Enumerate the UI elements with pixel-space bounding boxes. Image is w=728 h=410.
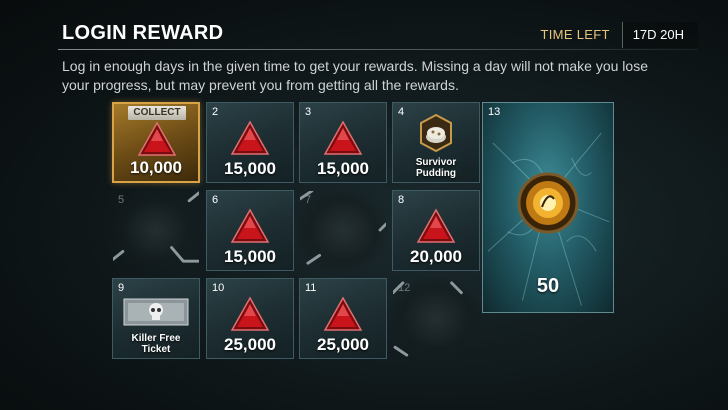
- header-divider: [58, 49, 698, 50]
- reward-amount: 25,000: [317, 335, 369, 354]
- reward-tile-day-9[interactable]: 9 Killer Free Ticket: [112, 278, 200, 359]
- day-number: 8: [398, 194, 405, 206]
- reward-tile-day-2[interactable]: 2 15,000: [206, 102, 294, 183]
- reward-tile-day-8[interactable]: 8 20,000: [392, 190, 480, 271]
- reward-amount: 15,000: [224, 159, 276, 178]
- login-reward-screen: LOGIN REWARD TIME LEFT 17D 20H Log in en…: [0, 0, 728, 410]
- day-number: 11: [305, 282, 317, 294]
- reward-amount: 25,000: [224, 335, 276, 354]
- survivor-pudding-icon: [420, 113, 452, 153]
- time-left-value: 17D 20H: [621, 22, 698, 48]
- iridescent-shard-icon: [230, 208, 270, 243]
- iridescent-shard-icon: [230, 296, 270, 331]
- day-number: 3: [305, 106, 312, 118]
- iridescent-shard-icon: [416, 208, 456, 243]
- reward-tile-day-5: 5: [112, 190, 200, 271]
- day-number: 6: [212, 194, 219, 206]
- day-number: 2: [212, 106, 219, 118]
- chain-icon: [113, 191, 199, 263]
- reward-tile-day-12: 12: [392, 278, 480, 359]
- reward-tile-day-7: 7: [299, 190, 387, 271]
- reward-tile-day-13[interactable]: 13 50: [482, 102, 614, 313]
- collect-button[interactable]: COLLECT: [128, 106, 186, 120]
- reward-tile-day-11[interactable]: 11 25,000: [299, 278, 387, 359]
- day-number: 10: [212, 282, 225, 294]
- reward-tile-day-3[interactable]: 3 15,000: [299, 102, 387, 183]
- page-title: LOGIN REWARD: [62, 22, 224, 44]
- iridescent-shard-icon: [323, 296, 363, 331]
- day-number: 9: [118, 282, 125, 294]
- auric-cells-icon: [517, 172, 579, 234]
- iridescent-shard-icon: [323, 120, 363, 155]
- reward-amount: 10,000: [130, 158, 182, 177]
- time-left-panel: TIME LEFT 17D 20H: [531, 22, 698, 48]
- reward-item-name: Survivor Pudding: [415, 157, 457, 179]
- reward-tile-day-4[interactable]: 4 Survivor Pudding: [392, 102, 480, 183]
- chain-icon: [300, 191, 386, 265]
- iridescent-shard-icon: [137, 121, 177, 156]
- reward-description: Log in enough days in the given time to …: [62, 58, 648, 93]
- reward-tile-day-6[interactable]: 6 15,000: [206, 190, 294, 271]
- reward-amount: 20,000: [410, 247, 462, 266]
- reward-item-name: Killer Free Ticket: [131, 333, 181, 355]
- chain-icon: [393, 281, 463, 357]
- reward-tile-day-1[interactable]: COLLECT 10,000: [112, 102, 200, 183]
- reward-amount: 15,000: [317, 159, 369, 178]
- time-left-label: TIME LEFT: [540, 27, 610, 42]
- reward-tile-day-10[interactable]: 10 25,000: [206, 278, 294, 359]
- reward-amount: 50: [536, 275, 560, 297]
- day-number: 4: [398, 106, 405, 118]
- reward-amount: 15,000: [224, 247, 276, 266]
- killer-ticket-icon: [123, 298, 189, 326]
- iridescent-shard-icon: [230, 120, 270, 155]
